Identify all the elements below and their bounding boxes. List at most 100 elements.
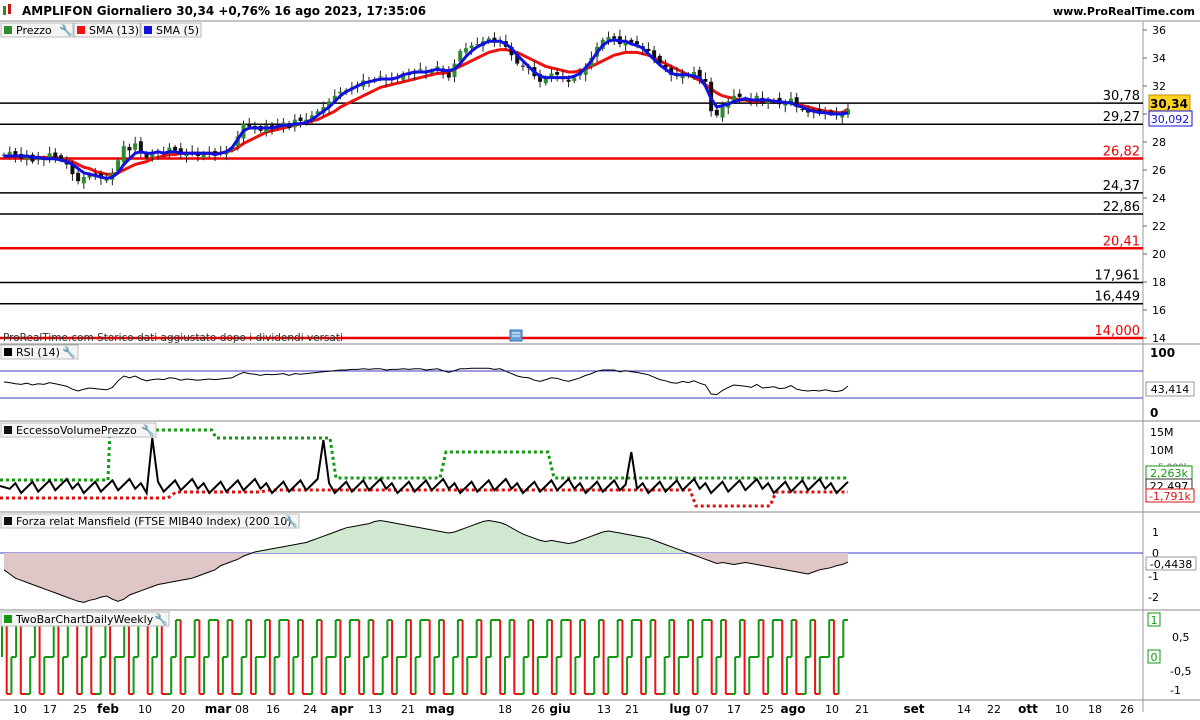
x-day-label: 18 [1088,703,1102,716]
level-label: 17,961 [1095,269,1141,284]
legend-sma5-label: SMA (5) [156,24,199,37]
wrench-icon[interactable]: 🔧 [284,514,298,528]
evp-main-line [0,437,849,497]
rsi-tick-100: 100 [1150,346,1175,360]
x-day-label: 20 [171,703,185,716]
wrench-icon[interactable]: 🔧 [59,23,73,37]
candle-body [555,72,560,75]
x-day-label: 17 [727,703,741,716]
x-day-label: 21 [401,703,415,716]
x-day-label: 18 [498,703,512,716]
x-day-label: 25 [73,703,87,716]
candle-body [463,48,468,53]
candle-body [446,72,451,78]
candle-body [378,76,383,78]
price-tick-label: 36 [1152,24,1166,37]
x-day-label: 13 [368,703,382,716]
candle-body [520,65,525,67]
twobar-title: TwoBarChartDailyWeekly [15,613,154,626]
rsi-tick-0: 0 [1150,406,1158,420]
candle-body [104,179,109,181]
candle-body [127,146,132,151]
candle-body [720,107,725,118]
candle-body [247,124,252,127]
x-day-label: 21 [625,703,639,716]
rsi-line [3,367,849,396]
price-tick-label: 24 [1152,192,1166,205]
mansfield-panel: Forza relat Mansfield (FTSE MIB40 Index)… [0,511,1200,604]
level-label: 22,86 [1103,200,1140,215]
x-month-label: set [903,702,924,716]
candle-body [133,143,138,150]
price-tick-label: 18 [1152,276,1166,289]
wrench-icon[interactable]: 🔧 [154,612,168,626]
level-label: 16,449 [1095,290,1141,305]
price-legend: Prezzo 🔧 SMA (13) SMA (5) [0,22,202,38]
level-label: 20,41 [1103,234,1140,249]
mansfield-current-value: -0,4438 [1150,558,1192,571]
candle-body [572,77,577,82]
evp-tick-10m: 10M [1150,444,1174,457]
price-tick-label: 28 [1152,136,1166,149]
rsi-current-value: 43,414 [1151,383,1190,396]
twobar-tick-neg1: -1 [1170,684,1181,697]
level-label: 26,82 [1103,145,1140,160]
x-axis: feb mar apr mag giu lug ago set ott 10 17 25 10 20 08 1… [0,699,1200,716]
mansfield-tick-neg1: -1 [1148,570,1159,583]
mansfield-tick-neg2: -2 [1148,591,1159,604]
price-tick-label: 14 [1152,332,1166,345]
x-day-label: 17 [43,703,57,716]
evp-tick-15m: 15M [1150,426,1174,439]
mansfield-swatch [4,517,12,525]
twobar-panel: TwoBarChartDailyWeekly 🔧 1 0,5 0 -0,5 -1 [0,609,1200,697]
candle-body [76,172,81,182]
site-url: www.ProRealTime.com [1053,5,1195,18]
candle-body [418,69,423,71]
x-day-label: 26 [1120,703,1134,716]
wrench-icon[interactable]: 🔧 [141,423,155,437]
x-day-label: 13 [597,703,611,716]
x-day-label: 10 [138,703,152,716]
level-label: 14,000 [1095,324,1141,339]
x-day-label: 22 [987,703,1001,716]
twobar-upper-value: 1 [1151,614,1158,627]
candle-body [612,36,617,39]
candle-body [173,146,178,151]
evp-title: EccessoVolumePrezzo [16,424,137,437]
x-month-label: feb [97,702,119,716]
rsi-swatch [4,348,12,356]
x-day-label: 26 [531,703,545,716]
rsi-panel: RSI (14) 🔧 100 0 43,414 [0,343,1200,420]
twobar-tick-neg05: -0,5 [1170,665,1191,678]
candle-body [81,177,86,184]
evp-swatch [4,426,12,434]
level-label: 29,27 [1103,110,1140,125]
legend-sma13-label: SMA (13) [89,24,139,37]
x-day-label: 07 [695,703,709,716]
x-month-label: ott [1018,702,1038,716]
legend-prezzo-label: Prezzo [16,24,52,37]
x-day-label: 16 [266,703,280,716]
event-marker-icon[interactable] [509,329,523,342]
prezzo-swatch [4,26,12,34]
twobar-zero-value: 0 [1151,651,1158,664]
evp-panel: EccessoVolumePrezzo 🔧 15M 10M 5.000k 2,2… [0,420,1200,508]
x-day-label: 25 [760,703,774,716]
x-day-label: 08 [235,703,249,716]
candle-body [714,109,719,116]
rsi-title: RSI (14) [16,346,60,359]
x-day-label: 21 [855,703,869,716]
price-tick-label: 34 [1152,52,1166,65]
x-month-label: mar [205,702,232,716]
x-month-label: giu [549,702,570,716]
twobar-tick-05: 0,5 [1172,631,1190,644]
current-price-value: 30,34 [1150,97,1188,111]
twobar-steps [1,619,848,695]
dividend-note: ProRealTime.com Storico dati aggiustato … [3,332,343,344]
wrench-icon[interactable]: 🔧 [62,345,76,359]
x-day-label: 10 [1055,703,1069,716]
candle-body [138,141,143,152]
candle-body [566,79,571,82]
price-tick-label: 20 [1152,248,1166,261]
evp-lower-line [0,488,848,508]
